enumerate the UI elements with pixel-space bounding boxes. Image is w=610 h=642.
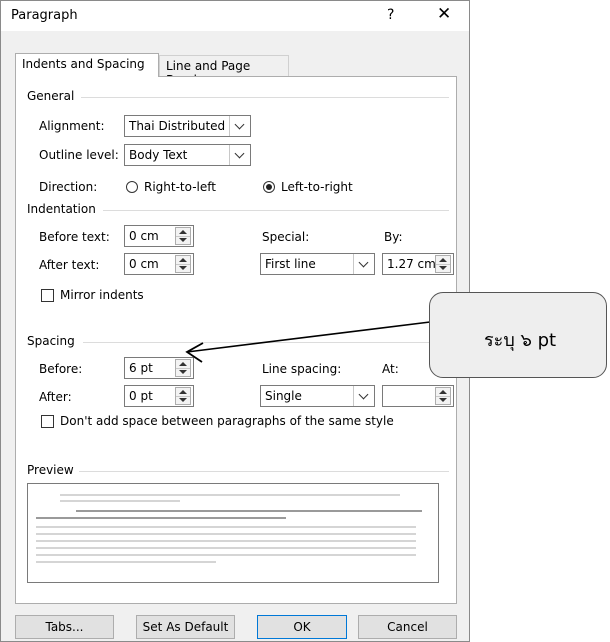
arrow-line [186,321,431,353]
annotation-text: ระบุ ๖ pt [484,330,557,351]
tab-indents-and-spacing[interactable]: Indents and Spacing [15,53,159,77]
annotation-callout: ระบุ ๖ pt [429,292,607,378]
